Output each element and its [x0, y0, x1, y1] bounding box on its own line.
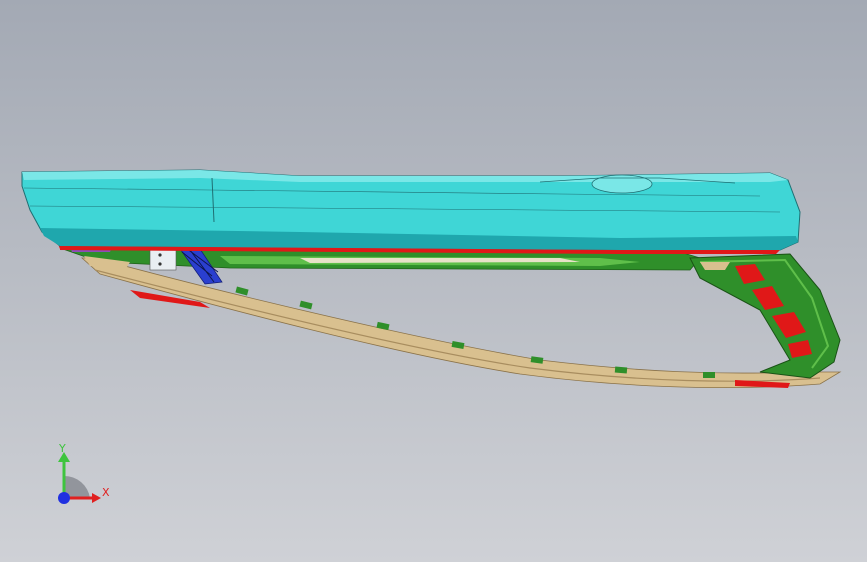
top-shell[interactable]	[21, 169, 801, 254]
rail-clip	[235, 286, 249, 296]
x-axis-arrow	[92, 493, 101, 503]
end-bracket-tan	[700, 262, 730, 270]
axis-triad	[58, 452, 101, 504]
rail-clip	[614, 366, 628, 374]
mounting-clip-hole	[158, 253, 162, 257]
x-axis-label: X	[102, 486, 110, 499]
z-axis-dot	[58, 492, 70, 504]
rail-clip	[299, 300, 313, 310]
cad-model[interactable]	[0, 0, 867, 562]
mounting-clip-hole	[158, 262, 162, 266]
cad-viewport[interactable]: Y X	[0, 0, 867, 562]
y-axis-label: Y	[59, 442, 66, 455]
rail-clip	[703, 372, 715, 378]
end-bracket[interactable]	[689, 253, 841, 379]
